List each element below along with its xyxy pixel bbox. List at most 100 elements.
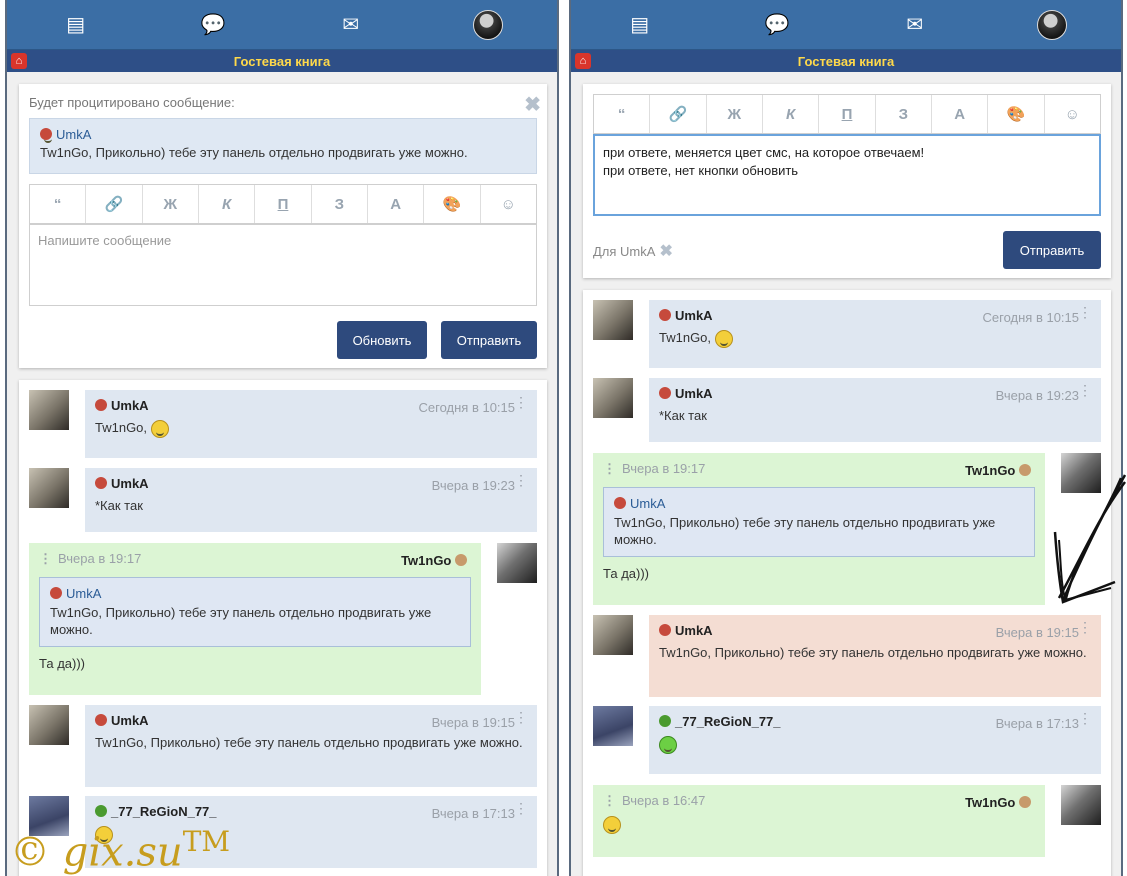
quote-button[interactable]: “ bbox=[30, 185, 87, 223]
more-icon[interactable]: ⋮ bbox=[603, 461, 616, 476]
author-name[interactable]: _77_ReGioN_77_ bbox=[675, 714, 781, 729]
author-name[interactable]: UmkA bbox=[111, 476, 149, 491]
smile-icon bbox=[714, 329, 733, 348]
avatar[interactable] bbox=[593, 378, 633, 418]
quoted-message: UmkA Tw1nGo, Прикольно) тебе эту панель … bbox=[603, 487, 1035, 557]
font-button[interactable]: A bbox=[932, 95, 989, 133]
more-icon[interactable]: ⋮ bbox=[603, 793, 616, 808]
quote-author-name: UmkA bbox=[66, 586, 102, 601]
avatar[interactable] bbox=[593, 300, 633, 340]
color-button[interactable]: 🎨 bbox=[424, 185, 481, 223]
link-button[interactable]: 🔗 bbox=[650, 95, 707, 133]
author-name[interactable]: Tw1nGo bbox=[965, 795, 1015, 810]
color-button[interactable]: 🎨 bbox=[988, 95, 1045, 133]
more-icon[interactable]: ⋮ bbox=[514, 395, 528, 409]
italic-button[interactable]: К bbox=[763, 95, 820, 133]
timestamp: Вчера в 17:13 bbox=[431, 806, 515, 821]
close-icon[interactable]: ✖ bbox=[524, 92, 541, 117]
bold-button[interactable]: Ж bbox=[143, 185, 199, 223]
quote-author-name: UmkA bbox=[56, 127, 92, 142]
underline-button[interactable]: П bbox=[819, 95, 876, 133]
avatar[interactable] bbox=[593, 615, 633, 655]
more-icon[interactable]: ⋮ bbox=[514, 710, 528, 724]
bold-button[interactable]: Ж bbox=[707, 95, 763, 133]
refresh-button[interactable]: Обновить bbox=[337, 321, 427, 359]
author-name[interactable]: Tw1nGo bbox=[401, 553, 451, 568]
watermark-text: © gix.su bbox=[10, 829, 183, 876]
author-name[interactable]: Tw1nGo bbox=[965, 463, 1015, 478]
reply-to-label: Для UmkA bbox=[593, 244, 656, 259]
author-name[interactable]: UmkA bbox=[675, 386, 713, 401]
guestbook-icon[interactable]: ▤ bbox=[56, 5, 96, 45]
message-input[interactable]: Напишите сообщение bbox=[29, 224, 537, 306]
avatar[interactable] bbox=[29, 390, 69, 430]
message-item: UmkA Вчера в 19:23 ⋮ *Как так bbox=[85, 468, 537, 532]
user-icon bbox=[659, 715, 671, 727]
more-icon[interactable]: ⋮ bbox=[1078, 620, 1092, 634]
more-icon[interactable]: ⋮ bbox=[1078, 305, 1092, 319]
close-icon[interactable]: ✖ bbox=[659, 243, 672, 260]
emoji-button[interactable]: ☺ bbox=[1045, 95, 1100, 133]
user-icon bbox=[40, 128, 52, 143]
quote-author-name: UmkA bbox=[630, 496, 666, 511]
more-icon[interactable]: ⋮ bbox=[1078, 383, 1092, 397]
green-smile-icon bbox=[659, 735, 677, 754]
underline-button[interactable]: П bbox=[255, 185, 312, 223]
message-text: Tw1nGo, Прикольно) тебе эту панель отдел… bbox=[95, 735, 523, 750]
message-text-content: Tw1nGo, bbox=[95, 420, 148, 435]
message-input[interactable]: при ответе, меняется цвет смс, на которо… bbox=[593, 134, 1101, 216]
message-item: UmkA Вчера в 19:15 ⋮ Tw1nGo, Прикольно) … bbox=[85, 705, 537, 787]
chat-icon[interactable]: 💬 bbox=[757, 5, 797, 45]
mail-icon[interactable]: ✉ bbox=[331, 5, 371, 45]
author-name[interactable]: UmkA bbox=[111, 713, 149, 728]
strike-button[interactable]: З bbox=[876, 95, 932, 133]
avatar[interactable] bbox=[468, 5, 508, 45]
right-pane: ▤ 💬 ✉ ⌂ Гостевая книга “ 🔗 Ж К П З A 🎨 ☺… bbox=[569, 0, 1123, 876]
mail-icon[interactable]: ✉ bbox=[895, 5, 935, 45]
timestamp: Вчера в 19:15 bbox=[431, 715, 515, 730]
more-icon[interactable]: ⋮ bbox=[39, 551, 52, 566]
author-name[interactable]: _77_ReGioN_77_ bbox=[111, 804, 217, 819]
timestamp: Вчера в 19:23 bbox=[431, 478, 515, 493]
user-icon bbox=[1019, 796, 1031, 808]
guestbook-icon[interactable]: ▤ bbox=[620, 5, 660, 45]
font-button[interactable]: A bbox=[368, 185, 425, 223]
avatar[interactable] bbox=[593, 706, 633, 746]
more-icon[interactable]: ⋮ bbox=[1078, 711, 1092, 725]
strike-button[interactable]: З bbox=[312, 185, 368, 223]
message-text: Та да))) bbox=[603, 566, 650, 581]
more-icon[interactable]: ⋮ bbox=[514, 801, 528, 815]
author[interactable]: Tw1nGo bbox=[965, 463, 1035, 478]
author-name[interactable]: UmkA bbox=[111, 398, 149, 413]
message-item: _77_ReGioN_77_ Вчера в 17:13 ⋮ bbox=[649, 706, 1101, 774]
chat-icon[interactable]: 💬 bbox=[193, 5, 233, 45]
message-text: *Как так bbox=[659, 408, 707, 423]
emoji-button[interactable]: ☺ bbox=[481, 185, 536, 223]
quote-button[interactable]: “ bbox=[594, 95, 651, 133]
smile-icon bbox=[603, 815, 621, 834]
send-button[interactable]: Отправить bbox=[441, 321, 537, 359]
author-name[interactable]: UmkA bbox=[675, 308, 713, 323]
home-icon[interactable]: ⌂ bbox=[11, 53, 27, 69]
more-icon[interactable]: ⋮ bbox=[514, 473, 528, 487]
link-button[interactable]: 🔗 bbox=[86, 185, 143, 223]
avatar[interactable] bbox=[29, 705, 69, 745]
message-text: Та да))) bbox=[39, 656, 86, 671]
send-button[interactable]: Отправить bbox=[1003, 231, 1101, 269]
user-icon bbox=[659, 387, 671, 399]
italic-button[interactable]: К bbox=[199, 185, 256, 223]
timestamp: Вчера в 19:17 bbox=[622, 461, 706, 476]
format-toolbar: “ 🔗 Ж К П З A 🎨 ☺ bbox=[593, 94, 1101, 134]
author-name[interactable]: UmkA bbox=[675, 623, 713, 638]
message-item-own: ⋮ Вчера в 19:17 Tw1nGo UmkA Tw1nGo, Прико… bbox=[29, 543, 481, 695]
author[interactable]: Tw1nGo bbox=[965, 795, 1035, 810]
avatar[interactable] bbox=[1032, 5, 1072, 45]
avatar[interactable] bbox=[29, 468, 69, 508]
avatar[interactable] bbox=[1061, 785, 1101, 825]
avatar[interactable] bbox=[497, 543, 537, 583]
message-text: Tw1nGo, bbox=[95, 419, 527, 438]
author[interactable]: Tw1nGo bbox=[401, 553, 471, 568]
editor-line-2: при ответе, нет кнопки обновить bbox=[603, 163, 799, 178]
home-icon[interactable]: ⌂ bbox=[575, 53, 591, 69]
reply-to: Для UmkA ✖ bbox=[593, 241, 673, 261]
